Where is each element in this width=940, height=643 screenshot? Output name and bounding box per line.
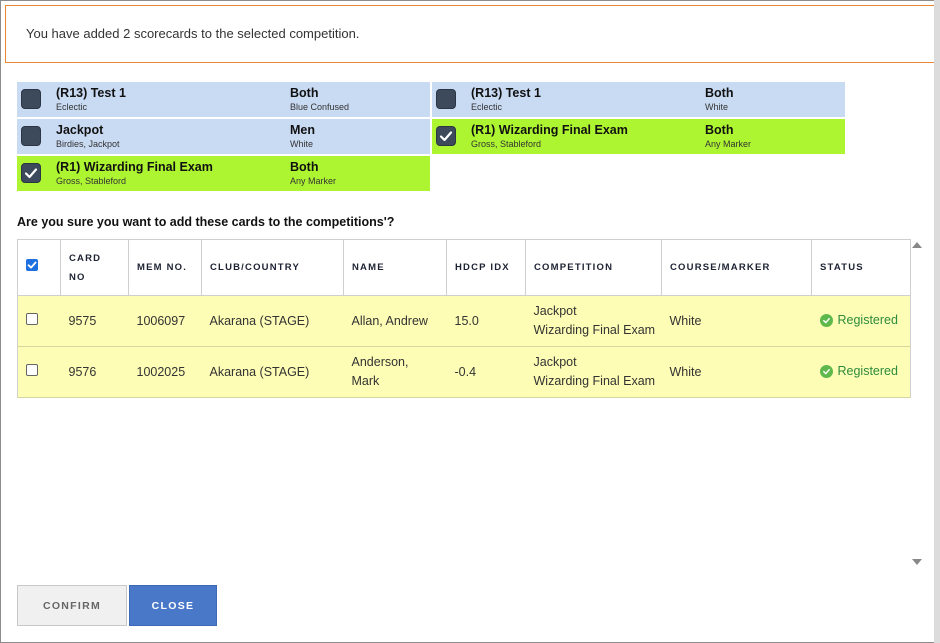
name-cell: Anderson, Mark <box>343 346 447 398</box>
competition-marker: Any Marker <box>705 139 752 149</box>
col-card-no-line1: CARD <box>69 252 102 264</box>
competition-line1: Jackpot <box>533 355 577 369</box>
notice-text: You have added 2 scorecards to the selec… <box>26 26 360 41</box>
course-cell: White <box>661 295 812 347</box>
competition-name: (R1) Wizarding Final Exam <box>471 123 628 137</box>
mem-no-cell: 1002025 <box>128 346 202 398</box>
row-select-cell[interactable] <box>17 346 61 398</box>
background-strip <box>934 0 940 643</box>
competition-tile[interactable]: (R13) Test 1 Eclectic Both Blue Confused <box>17 82 430 117</box>
hdcp-cell: -0.4 <box>446 346 526 398</box>
club-cell: Akarana (STAGE) <box>201 346 344 398</box>
name-line1: Allan, Andrew <box>351 313 428 328</box>
competition-cell: Jackpot Wizarding Final Exam <box>525 346 662 398</box>
scroll-down-arrow-icon[interactable] <box>912 559 922 565</box>
name-line2: Mark <box>351 374 380 388</box>
competition-name: (R13) Test 1 <box>471 86 541 100</box>
competition-name: (R13) Test 1 <box>56 86 126 100</box>
competition-gender: Both <box>705 123 734 137</box>
competition-marker: White <box>290 139 314 149</box>
competition-tile[interactable]: (R1) Wizarding Final Exam Gross, Stablef… <box>17 156 430 191</box>
card-no-cell: 9575 <box>60 295 129 347</box>
col-competition: COMPETITION <box>525 239 662 296</box>
check-circle-icon <box>819 365 833 378</box>
row-select-cell[interactable] <box>17 295 61 347</box>
scorecards-table: CARD NO MEM NO. CLUB/COUNTRY NAME HDCP ID… <box>17 239 911 398</box>
tile-checkbox[interactable] <box>436 89 456 109</box>
col-course: COURSE/MARKER <box>661 239 812 296</box>
check-icon <box>24 168 38 179</box>
check-icon <box>439 131 453 142</box>
course-cell: White <box>661 346 812 398</box>
mem-no-cell: 1006097 <box>128 295 202 347</box>
competition-format: Gross, Stableford <box>471 139 542 149</box>
tile-checkbox[interactable] <box>21 126 41 146</box>
confirm-button[interactable]: CONFIRM <box>17 585 127 626</box>
col-card-no-line2: NO <box>69 271 86 283</box>
competition-line1: Jackpot <box>533 304 577 318</box>
notice-banner: You have added 2 scorecards to the selec… <box>5 5 935 63</box>
competition-name: (R1) Wizarding Final Exam <box>56 160 213 174</box>
competition-format: Gross, Stableford <box>56 176 127 186</box>
select-all-header[interactable] <box>17 239 61 296</box>
check-circle-icon <box>819 314 833 327</box>
table-row[interactable]: 9576 1002025 Akarana (STAGE) Anderson, Ma… <box>17 346 911 398</box>
competition-gender: Men <box>290 123 315 137</box>
competition-marker: Any Marker <box>290 176 337 186</box>
tile-checkbox[interactable] <box>21 89 41 109</box>
status-cell: Registered <box>811 346 911 398</box>
col-hdcp: HDCP IDX <box>446 239 526 296</box>
status-text: Registered <box>837 313 898 327</box>
status-cell: Registered <box>811 295 911 347</box>
col-club: CLUB/COUNTRY <box>201 239 344 296</box>
competition-gender: Both <box>290 86 319 100</box>
name-cell: Allan, Andrew <box>343 295 447 347</box>
competition-tile[interactable]: Jackpot Birdies, Jackpot Men White <box>17 119 430 154</box>
confirm-question: Are you sure you want to add these cards… <box>17 215 395 229</box>
competition-tile[interactable]: (R1) Wizarding Final Exam Gross, Stablef… <box>432 119 845 154</box>
scroll-up-arrow-icon[interactable] <box>912 242 922 248</box>
status-badge: Registered <box>819 311 898 330</box>
col-card-no: CARD NO <box>60 239 129 296</box>
competition-name: Jackpot <box>56 123 104 137</box>
competition-format: Birdies, Jackpot <box>56 139 120 149</box>
competition-gender: Both <box>705 86 734 100</box>
status-text: Registered <box>837 364 898 378</box>
status-badge: Registered <box>819 362 898 381</box>
competition-marker: Blue Confused <box>290 102 350 112</box>
col-name: NAME <box>343 239 447 296</box>
close-button[interactable]: CLOSE <box>129 585 217 626</box>
add-scorecards-dialog: You have added 2 scorecards to the selec… <box>0 0 940 643</box>
name-line1: Anderson, <box>351 355 409 369</box>
tile-checkbox-checked[interactable] <box>436 126 456 146</box>
row-checkbox[interactable] <box>26 363 38 376</box>
competition-format: Eclectic <box>471 102 503 112</box>
competition-marker: White <box>705 102 729 112</box>
competition-cell: Jackpot Wizarding Final Exam <box>525 295 662 347</box>
club-cell: Akarana (STAGE) <box>201 295 344 347</box>
competition-line2: Wizarding Final Exam <box>533 374 656 388</box>
competition-line2: Wizarding Final Exam <box>533 323 656 337</box>
competition-tile[interactable]: (R13) Test 1 Eclectic Both White <box>432 82 845 117</box>
competition-format: Eclectic <box>56 102 88 112</box>
col-status: STATUS <box>811 239 911 296</box>
select-all-checkbox[interactable] <box>26 259 38 271</box>
competition-gender: Both <box>290 160 319 174</box>
tile-checkbox-checked[interactable] <box>21 163 41 183</box>
table-row[interactable]: 9575 1006097 Akarana (STAGE) Allan, Andr… <box>17 295 911 347</box>
card-no-cell: 9576 <box>60 346 129 398</box>
check-icon <box>27 261 37 269</box>
col-mem-no: MEM NO. <box>128 239 202 296</box>
hdcp-cell: 15.0 <box>446 295 526 347</box>
row-checkbox[interactable] <box>26 312 38 325</box>
table-header-row: CARD NO MEM NO. CLUB/COUNTRY NAME HDCP ID… <box>17 239 911 296</box>
